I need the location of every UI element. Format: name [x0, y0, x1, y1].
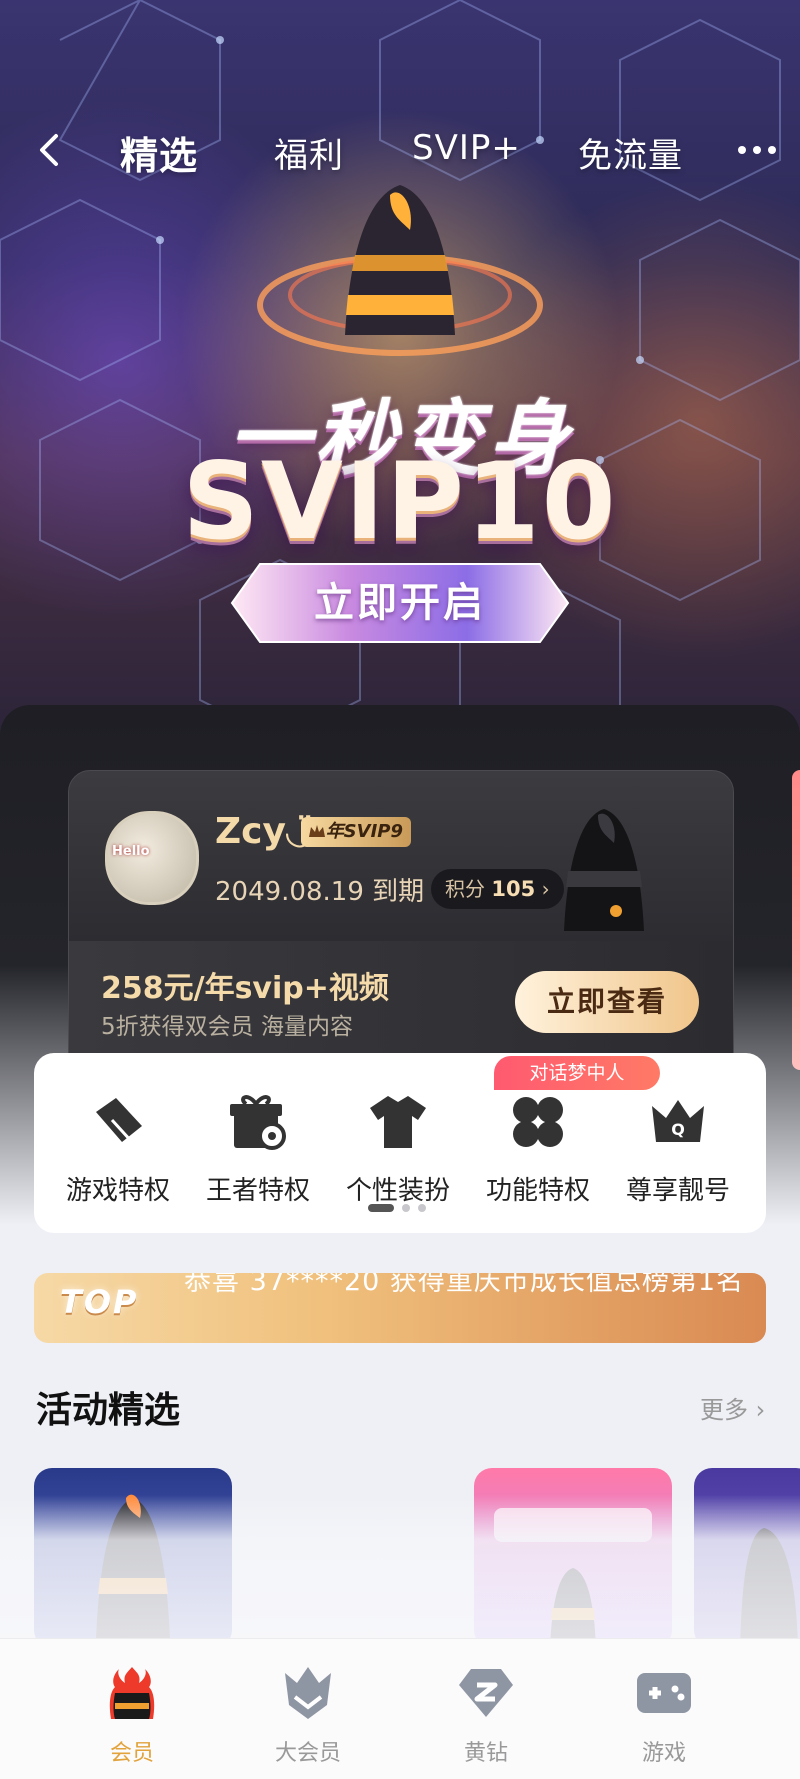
tab-member[interactable]: 会员	[72, 1663, 192, 1767]
feature-king-privilege[interactable]: 王者特权	[188, 1090, 328, 1207]
tab-big-member[interactable]: 大会员	[248, 1663, 368, 1767]
tab-label: 黄钻	[463, 1741, 508, 1766]
bottom-tab-bar: 会员 大会员 黄钻 游戏	[0, 1638, 800, 1779]
member-icon	[109, 1667, 155, 1719]
tab-games[interactable]: 游戏	[604, 1663, 724, 1767]
penguin-mascot-icon	[257, 185, 543, 356]
feature-dressup[interactable]: 个性装扮	[328, 1090, 468, 1207]
feature-premium-number[interactable]: Q 尊享靓号	[608, 1090, 748, 1207]
leaderboard-text: 恭喜 37****20 获得重庆市成长值总榜第1名	[184, 1273, 745, 1297]
promo-subtitle: 5折获得双会员 海量内容	[101, 1014, 353, 1040]
gift-privilege-icon	[230, 1095, 286, 1150]
feature-game-privilege[interactable]: 游戏特权	[48, 1090, 188, 1207]
open-button-label: 立即开启	[314, 580, 486, 626]
tshirt-icon	[370, 1096, 426, 1148]
tab-label: 游戏	[641, 1741, 686, 1766]
side-decoration	[792, 770, 800, 1070]
crown-icon: Q	[652, 1100, 704, 1142]
feature-label: 功能特权	[485, 1176, 590, 1206]
svg-text:Q: Q	[671, 1120, 685, 1139]
view-now-button[interactable]: 立即查看	[515, 971, 699, 1033]
vip-crown-icon	[309, 825, 325, 837]
points-label: 积分	[445, 877, 485, 901]
tab-featured[interactable]: 精选	[120, 125, 198, 180]
feature-hot-tag: 对话梦中人	[494, 1056, 660, 1090]
open-now-button[interactable]: 立即开启	[230, 562, 570, 644]
tab-free-data[interactable]: 免流量	[578, 128, 683, 177]
tab-label: 会员	[109, 1741, 154, 1766]
section-title: 活动精选	[36, 1390, 181, 1431]
gamepad-icon	[637, 1673, 691, 1713]
leaderboard-banner[interactable]: TOP 恭喜 37****20 获得重庆市成长值总榜第1名	[34, 1273, 766, 1343]
hero-level: SVIP10	[182, 440, 618, 563]
feature-label: 王者特权	[205, 1176, 310, 1206]
feature-label: 游戏特权	[65, 1176, 170, 1206]
clover-icon	[513, 1097, 563, 1147]
tab-welfare[interactable]: 福利	[274, 128, 344, 177]
game-privilege-icon	[96, 1098, 142, 1150]
expire-date: 2049.08.19 到期	[215, 877, 425, 907]
card-penguin-icon	[564, 809, 644, 931]
username: Zcy◡̈	[215, 811, 314, 852]
tab-svip-plus[interactable]: SVIP+	[412, 128, 521, 168]
top-badge: TOP	[60, 1283, 139, 1321]
avatar-text: Hello	[112, 844, 150, 859]
big-member-icon	[285, 1667, 331, 1719]
back-arrow-icon[interactable]	[30, 130, 70, 170]
yellow-diamond-icon	[459, 1669, 513, 1717]
tab-yellow-diamond[interactable]: 黄钻	[426, 1663, 546, 1767]
avatar[interactable]: Hello	[105, 811, 199, 905]
more-options-icon[interactable]	[738, 146, 778, 158]
promo-title: 258元/年svip+视频	[101, 971, 389, 1006]
scroll-fade	[0, 1495, 800, 1645]
more-link[interactable]: 更多 ›	[700, 1390, 765, 1425]
hero-banner[interactable]: 精选 福利 SVIP+ 免流量 一秒变身 SVIP10 立即开启	[0, 0, 800, 760]
tab-label: 大会员	[274, 1741, 341, 1766]
feature-label: 个性装扮	[345, 1176, 450, 1206]
feature-function-privilege[interactable]: 功能特权	[468, 1090, 608, 1207]
chevron-right-icon: ›	[748, 1396, 766, 1424]
points-value: 105	[491, 877, 536, 901]
page-indicator	[368, 1204, 432, 1214]
feature-label: 尊享靓号	[625, 1176, 730, 1206]
vip-level-badge: 年SVIP9	[301, 817, 411, 847]
